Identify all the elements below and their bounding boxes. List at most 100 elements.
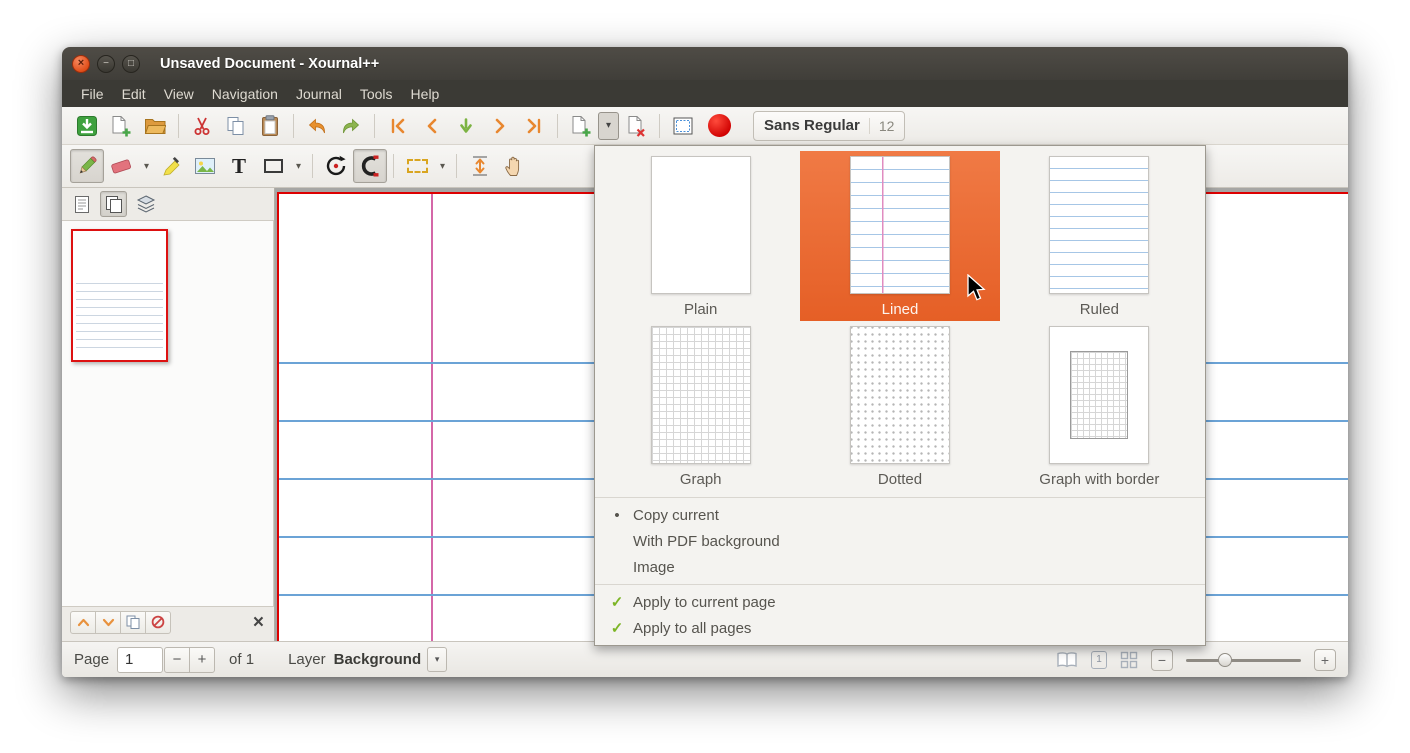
page-indicator-button[interactable]: 1 [1091, 651, 1107, 669]
sidebar-tabs [62, 188, 274, 220]
zoom-slider-handle[interactable] [1218, 653, 1232, 667]
text-tool-button[interactable]: T [222, 149, 256, 183]
grid-view-button[interactable] [1120, 651, 1138, 669]
select-region-button[interactable] [400, 149, 434, 183]
copy-button[interactable] [219, 111, 253, 141]
page-number-input[interactable] [117, 647, 163, 673]
eraser-tool-button[interactable] [104, 149, 138, 183]
shape-tool-button[interactable] [256, 149, 290, 183]
zoom-slider[interactable] [1186, 650, 1301, 670]
rectangle-icon [264, 159, 283, 173]
delete-page-sidebar-button[interactable] [145, 611, 171, 634]
close-button[interactable]: × [72, 55, 90, 73]
chevron-down-icon: ▾ [440, 161, 445, 172]
layer-name: Background [334, 651, 422, 668]
move-page-down-button[interactable] [95, 611, 121, 634]
pencil-icon [76, 155, 98, 177]
check-icon: ✓ [610, 593, 624, 611]
image-tool-button[interactable] [188, 149, 222, 183]
previous-page-button[interactable] [415, 111, 449, 141]
highlighter-icon [160, 155, 182, 177]
maximize-button[interactable]: □ [122, 55, 140, 73]
sidebar-contents-button[interactable] [68, 191, 95, 217]
option-image[interactable]: Image [595, 554, 1205, 580]
save-icon [76, 115, 98, 137]
paired-pages-button[interactable] [666, 111, 700, 141]
menu-tools[interactable]: Tools [351, 83, 402, 105]
cut-button[interactable] [185, 111, 219, 141]
window-title: Unsaved Document - Xournal++ [160, 56, 379, 72]
vertical-space-icon [470, 155, 490, 177]
select-dropdown-toggle[interactable]: ▾ [434, 149, 450, 183]
template-plain[interactable]: Plain [601, 151, 800, 321]
menu-file[interactable]: File [72, 83, 113, 105]
plus-icon: + [1321, 652, 1329, 668]
pen-tool-button[interactable] [70, 149, 104, 183]
menu-view[interactable]: View [155, 83, 203, 105]
add-page-dropdown-toggle[interactable]: ▾ [598, 112, 619, 140]
template-thumb-lined [850, 156, 950, 294]
template-graph[interactable]: Graph [601, 321, 800, 491]
option-label: Copy current [633, 507, 719, 524]
dual-page-view-button[interactable] [1056, 652, 1078, 668]
template-label: Lined [882, 301, 919, 318]
menu-navigation[interactable]: Navigation [203, 83, 287, 105]
template-dotted[interactable]: Dotted [800, 321, 999, 491]
option-with-pdf-background[interactable]: With PDF background [595, 528, 1205, 554]
move-page-up-button[interactable] [70, 611, 96, 634]
next-page-button[interactable] [483, 111, 517, 141]
close-sidebar-button[interactable]: × [253, 613, 264, 632]
vertical-space-button[interactable] [463, 149, 497, 183]
chevron-down-icon: ▾ [606, 120, 611, 131]
block-icon [151, 615, 165, 629]
layer-dropdown-button[interactable]: ▾ [427, 647, 447, 672]
toolbar-separator [293, 114, 294, 138]
template-ruled[interactable]: Ruled [1000, 151, 1199, 321]
font-button[interactable]: Sans Regular 12 [753, 111, 905, 141]
sidebar-layers-button[interactable] [132, 191, 159, 217]
shape-recognizer-button[interactable] [319, 149, 353, 183]
eraser-dropdown-toggle[interactable]: ▾ [138, 149, 154, 183]
menu-separator [595, 584, 1205, 585]
page-thumbnail[interactable] [71, 229, 168, 362]
option-copy-current[interactable]: • Copy current [595, 502, 1205, 528]
template-graph-with-border[interactable]: Graph with border [1000, 321, 1199, 491]
page-actions-group [70, 611, 171, 634]
record-audio-button[interactable] [700, 111, 739, 141]
zoom-out-button[interactable]: − [1151, 649, 1173, 671]
last-page-button[interactable] [517, 111, 551, 141]
snapping-button[interactable] [353, 149, 387, 183]
redo-button[interactable] [334, 111, 368, 141]
undo-button[interactable] [300, 111, 334, 141]
zoom-in-button[interactable]: + [1314, 649, 1336, 671]
open-button[interactable] [138, 111, 172, 141]
goto-page-button[interactable] [449, 111, 483, 141]
add-page-button[interactable] [564, 111, 598, 141]
page-decrement-button[interactable]: − [164, 647, 190, 673]
option-apply-current-page[interactable]: ✓ Apply to current page [595, 589, 1205, 615]
hand-tool-button[interactable] [497, 149, 531, 183]
menu-journal[interactable]: Journal [287, 83, 351, 105]
option-apply-all-pages[interactable]: ✓ Apply to all pages [595, 615, 1205, 641]
page-label: Page [74, 651, 109, 668]
save-button[interactable] [70, 111, 104, 141]
paste-button[interactable] [253, 111, 287, 141]
page-increment-button[interactable]: + [189, 647, 215, 673]
new-document-button[interactable] [104, 111, 138, 141]
sidebar-page-preview-button[interactable] [100, 191, 127, 217]
menubar: File Edit View Navigation Journal Tools … [62, 80, 1348, 107]
highlighter-tool-button[interactable] [154, 149, 188, 183]
template-label: Ruled [1080, 301, 1119, 318]
delete-page-button[interactable] [619, 111, 653, 141]
sidebar-toolbar: × [62, 607, 274, 641]
minimize-button[interactable]: − [97, 55, 115, 73]
shape-dropdown-toggle[interactable]: ▾ [290, 149, 306, 183]
template-label: Plain [684, 301, 717, 318]
page-preview-panel [62, 220, 274, 607]
scissors-icon [192, 116, 212, 136]
menu-edit[interactable]: Edit [113, 83, 155, 105]
copy-page-button[interactable] [120, 611, 146, 634]
first-page-button[interactable] [381, 111, 415, 141]
menu-help[interactable]: Help [402, 83, 449, 105]
mouse-cursor [966, 274, 986, 302]
